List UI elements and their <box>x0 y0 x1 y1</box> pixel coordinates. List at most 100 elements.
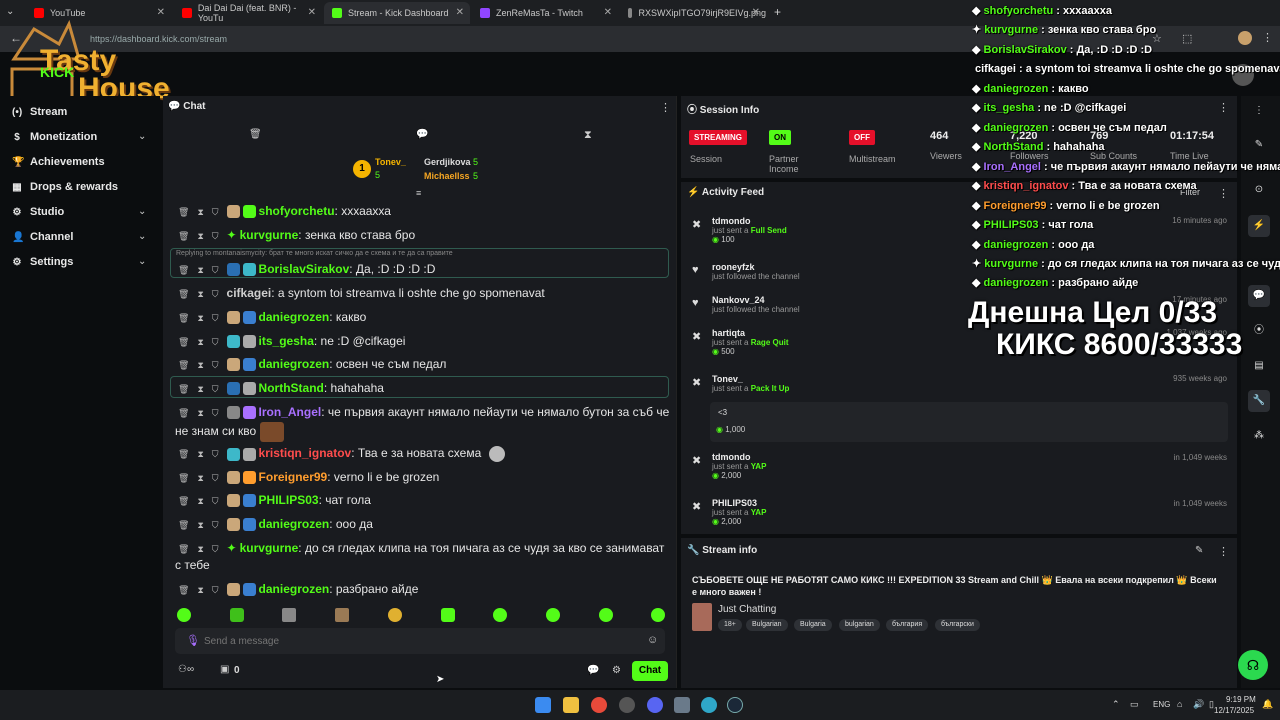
chat-bubble-icon[interactable]: 💬 <box>587 665 599 676</box>
hourglass-icon[interactable]: ⧗ <box>197 544 203 554</box>
layers-icon[interactable]: ▤ <box>1248 355 1270 377</box>
hourglass-icon[interactable]: ⧗ <box>197 520 203 530</box>
emote-button[interactable] <box>651 608 665 622</box>
hourglass-icon[interactable]: ⧗ <box>197 496 203 506</box>
shield-icon[interactable]: ⛉ <box>212 449 219 459</box>
shield-icon[interactable]: ⛉ <box>212 289 219 299</box>
emote-button[interactable] <box>282 608 296 622</box>
trash-icon[interactable]: 🗑 <box>178 473 189 483</box>
tab-kick-dashboard[interactable]: Stream - Kick Dashboard ✕ <box>324 2 470 24</box>
close-icon[interactable]: ✕ <box>456 7 464 18</box>
trash-icon[interactable]: 🗑 <box>178 289 189 299</box>
shield-icon[interactable]: ⛉ <box>212 520 219 530</box>
chat-username[interactable]: kurvgurne <box>240 541 299 555</box>
emoji-icon[interactable]: ☺ <box>647 634 658 646</box>
hourglass-icon[interactable]: ⧗ <box>197 384 203 394</box>
chevron-down-icon[interactable]: ⌄ <box>138 231 146 242</box>
nav-achievements[interactable]: 🏆 Achievements <box>12 156 105 168</box>
lightning-icon[interactable]: ⚡ <box>1248 215 1270 237</box>
chat-username[interactable]: PHILIPS03 <box>259 493 319 507</box>
shield-icon[interactable]: ⛉ <box>212 231 219 241</box>
emote-button[interactable] <box>335 608 349 622</box>
stream-tag[interactable]: български <box>935 619 980 631</box>
tab-image[interactable]: RXSWXipITGO79irjR9EIVg.png ✕ <box>620 2 766 24</box>
hourglass-icon[interactable]: ⧗ <box>197 313 203 323</box>
pencil-icon[interactable]: ✎ <box>1248 134 1270 156</box>
shield-icon[interactable]: ⛉ <box>212 360 219 370</box>
profile-avatar[interactable] <box>1238 31 1252 45</box>
chat-username[interactable]: daniegrozen <box>259 582 330 596</box>
message-input[interactable] <box>204 632 624 650</box>
chat-menu-icon[interactable]: ⋮ <box>660 101 671 114</box>
shield-icon[interactable]: ⛉ <box>212 408 219 418</box>
shield-icon[interactable]: ⛉ <box>212 496 219 506</box>
chat-username[interactable]: daniegrozen <box>259 517 330 531</box>
hourglass-icon[interactable]: ⧗ <box>197 289 203 299</box>
trash-icon[interactable]: 🗑 <box>178 265 189 275</box>
emote-button[interactable] <box>230 608 244 622</box>
chrome-icon[interactable] <box>591 697 607 713</box>
shield-icon[interactable]: ⛉ <box>212 313 219 323</box>
category-name[interactable]: Just Chatting <box>718 604 776 615</box>
chat-bubble-icon[interactable]: 💬 <box>1248 285 1270 307</box>
extensions-icon[interactable]: ⬚ <box>1182 32 1192 45</box>
stream-info-menu-icon[interactable]: ⋮ <box>1218 545 1229 558</box>
nav-channel[interactable]: 👤 Channel <box>12 231 73 243</box>
network-icon[interactable]: ⌂ <box>1177 699 1182 709</box>
chat-username[interactable]: BorislavSirakov <box>259 262 350 276</box>
shield-icon[interactable]: ⛉ <box>212 473 219 483</box>
stream-tag[interactable]: bulgarian <box>839 619 880 631</box>
trash-icon[interactable]: 🗑 <box>178 449 189 459</box>
chat-username[interactable]: kurvgurne <box>240 228 299 242</box>
hourglass-icon[interactable]: ⧗ <box>197 231 203 241</box>
support-headset-icon[interactable]: ☊ <box>1238 650 1268 680</box>
discord-icon[interactable] <box>647 697 663 713</box>
chat-username[interactable]: daniegrozen <box>259 357 330 371</box>
trash-icon[interactable]: 🗑 <box>178 408 189 418</box>
activity-user[interactable]: tdmondo <box>712 452 766 462</box>
trash-icon[interactable]: 🗑 <box>178 360 189 370</box>
hourglass-icon[interactable]: ⧗ <box>197 360 203 370</box>
trash-icon[interactable]: 🗑 <box>249 129 262 140</box>
nav-stream[interactable]: (•) Stream <box>12 106 67 118</box>
hourglass-icon[interactable]: ⧗ <box>197 449 203 459</box>
points-icon[interactable]: ⚇∞ <box>178 664 194 675</box>
nodes-icon[interactable]: ⁂ <box>1248 425 1270 447</box>
trash-icon[interactable]: 🗑 <box>178 313 189 323</box>
chat-username[interactable]: Iron_Angel <box>259 405 322 419</box>
session-menu-icon[interactable]: ⋮ <box>1218 101 1229 114</box>
hourglass-icon[interactable]: ⧗ <box>584 129 592 142</box>
chat-username[interactable]: Foreigner99 <box>259 470 328 484</box>
chat-bubble-icon[interactable]: 💬 <box>416 129 428 140</box>
trash-icon[interactable]: 🗑 <box>178 207 189 217</box>
app-icon[interactable] <box>701 697 717 713</box>
activity-user[interactable]: PHILIPS03 <box>712 498 766 508</box>
chat-username[interactable]: cifkagei <box>227 286 272 300</box>
trash-icon[interactable]: 🗑 <box>178 496 189 506</box>
edit-icon[interactable]: ✎ <box>1195 545 1203 556</box>
close-icon[interactable]: ✕ <box>604 7 612 18</box>
tab-twitch[interactable]: ZenReMasTa - Twitch ✕ <box>472 2 618 24</box>
nav-drops-rewards[interactable]: ▦ Drops & rewards <box>12 181 118 193</box>
activity-menu-icon[interactable]: ⋮ <box>1218 187 1229 200</box>
chat-username[interactable]: daniegrozen <box>259 310 330 324</box>
chevron-down-icon[interactable]: ⌄ <box>138 256 146 267</box>
microphone-icon[interactable]: 🎙 <box>186 634 200 647</box>
trash-icon[interactable]: 🗑 <box>178 585 189 595</box>
hourglass-icon[interactable]: ⧗ <box>197 207 203 217</box>
activity-user[interactable]: hartiqta <box>712 328 788 338</box>
close-icon[interactable]: ✕ <box>752 7 760 18</box>
chat-username[interactable]: shofyorchetu <box>259 204 335 218</box>
stream-tag[interactable]: Bulgaria <box>794 619 832 631</box>
volume-icon[interactable]: 🔊 <box>1193 699 1204 710</box>
tab-youtube-song[interactable]: Dai Dai Dai (feat. BNR) - YouTu ✕ <box>174 2 322 24</box>
language-indicator[interactable]: ENG <box>1153 700 1170 709</box>
emote-button[interactable] <box>177 608 191 622</box>
emote-button[interactable] <box>599 608 613 622</box>
gear-icon[interactable]: ⚙ <box>612 665 621 676</box>
clock-date[interactable]: 12/17/2025 <box>1214 706 1254 715</box>
capture-icon[interactable]: ⊙ <box>1248 179 1270 201</box>
more-icon[interactable]: ⋮ <box>1248 100 1270 122</box>
reply-context[interactable]: Replying to montanaismycity: брат те мно… <box>176 250 453 257</box>
tray-icon[interactable]: ▭ <box>1130 699 1139 710</box>
